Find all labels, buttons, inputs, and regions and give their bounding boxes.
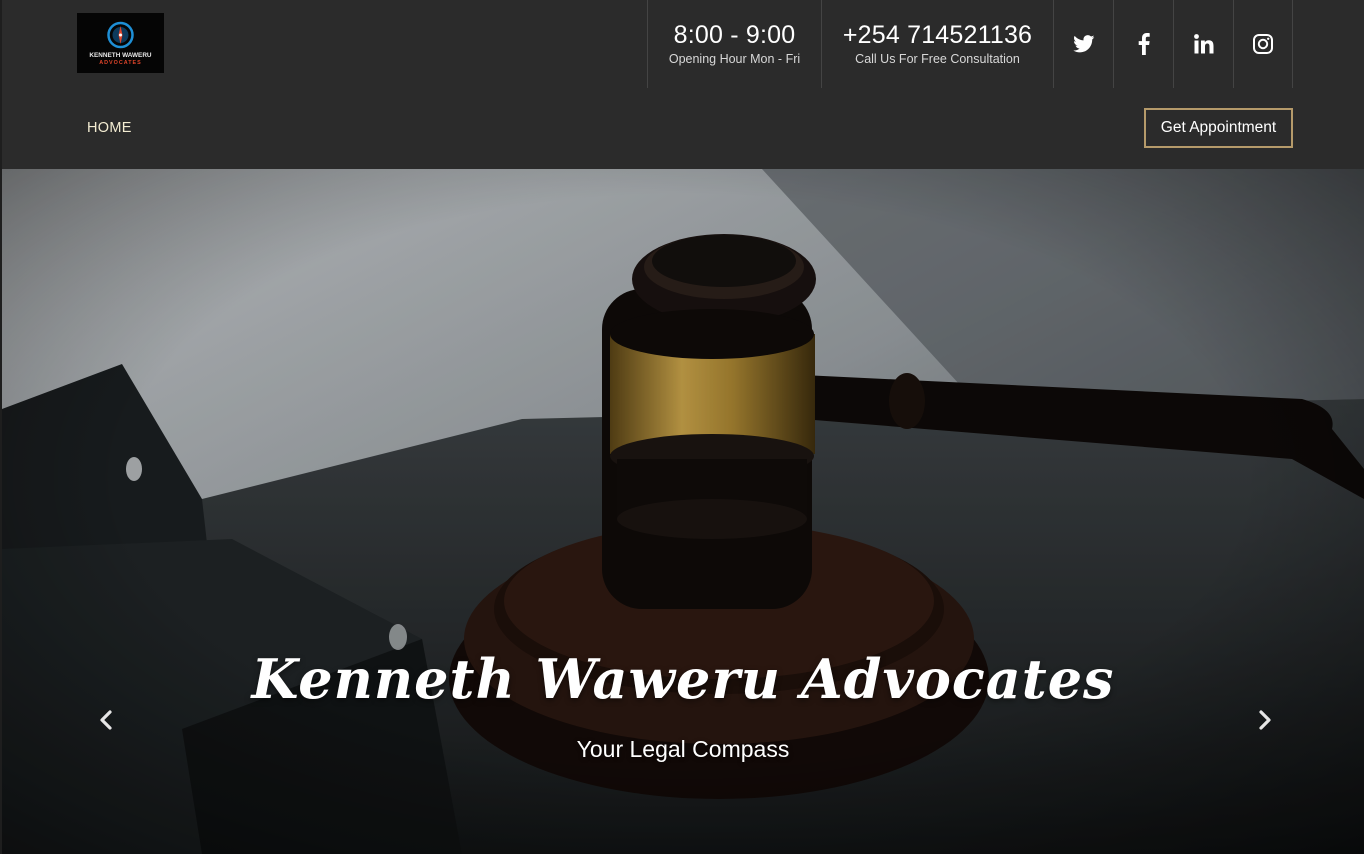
phone-contact: +254 714521136 Call Us For Free Consulta… bbox=[821, 0, 1053, 88]
linkedin-link[interactable] bbox=[1173, 0, 1233, 88]
twitter-link[interactable] bbox=[1053, 0, 1113, 88]
linkedin-icon bbox=[1193, 34, 1213, 54]
nav-item-home[interactable]: HOME bbox=[87, 120, 132, 136]
twitter-icon bbox=[1072, 35, 1094, 53]
site-logo[interactable]: KENNETH WAWERU ADVOCATES bbox=[77, 13, 164, 73]
instagram-icon bbox=[1253, 34, 1273, 54]
svg-text:KENNETH WAWERU: KENNETH WAWERU bbox=[89, 52, 152, 59]
compass-logo-icon: KENNETH WAWERU ADVOCATES bbox=[77, 13, 164, 73]
opening-hours: 8:00 - 9:00 Opening Hour Mon - Fri bbox=[647, 0, 821, 88]
facebook-icon bbox=[1138, 33, 1150, 55]
carousel-next-button[interactable] bbox=[1253, 706, 1277, 734]
opening-hours-label: Opening Hour Mon - Fri bbox=[668, 51, 801, 66]
instagram-link[interactable] bbox=[1233, 0, 1293, 88]
opening-hours-time: 8:00 - 9:00 bbox=[673, 20, 796, 49]
phone-label: Call Us For Free Consultation bbox=[855, 51, 1020, 66]
chevron-right-icon bbox=[1259, 710, 1271, 730]
get-appointment-button[interactable]: Get Appointment bbox=[1144, 108, 1293, 148]
hero-title: Kenneth Waweru Advocates bbox=[251, 647, 1115, 711]
carousel-prev-button[interactable] bbox=[94, 706, 118, 734]
svg-text:ADVOCATES: ADVOCATES bbox=[99, 60, 141, 66]
chevron-left-icon bbox=[100, 710, 112, 730]
phone-number[interactable]: +254 714521136 bbox=[843, 21, 1032, 49]
top-bar: KENNETH WAWERU ADVOCATES 8:00 - 9:00 Ope… bbox=[2, 0, 1364, 88]
main-navigation: HOME Get Appointment bbox=[2, 88, 1364, 169]
hero-carousel: Kenneth Waweru Advocates Your Legal Comp… bbox=[2, 169, 1364, 854]
hero-subtitle: Your Legal Compass bbox=[576, 736, 790, 762]
facebook-link[interactable] bbox=[1113, 0, 1173, 88]
